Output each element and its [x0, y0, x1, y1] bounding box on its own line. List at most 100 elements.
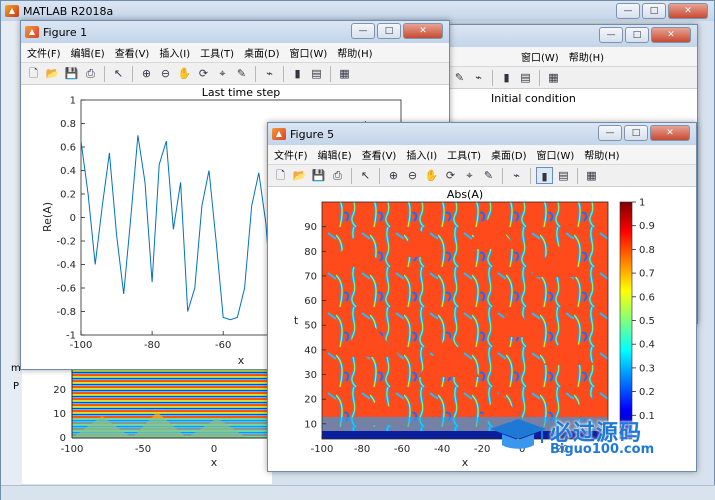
colorbar-tick-label: 0.7 [639, 269, 655, 280]
data-cursor-icon[interactable]: ⌖ [461, 167, 478, 184]
figure-icon: ▲ [272, 128, 286, 140]
menu-file[interactable]: 文件(F) [274, 147, 308, 162]
y-tick-label: 70 [304, 271, 317, 282]
hidden-figure-fragment: 20 10 0 -100 -50 0 x [22, 368, 272, 484]
maximize-button[interactable]: □ [624, 125, 648, 141]
y-tick-label: -0.8 [56, 307, 76, 318]
menu-tools[interactable]: 工具(T) [447, 147, 481, 162]
x-tick-label: -60 [394, 444, 410, 455]
menu-help[interactable]: 帮助(H) [584, 147, 619, 162]
figure1-titlebar: ▲ Figure 1 — □ ✕ [21, 21, 449, 43]
matlab-titlebar: ▲ MATLAB R2018a — □ ✕ [1, 1, 714, 21]
y-tick-label: 1 [70, 96, 76, 107]
print-icon[interactable]: ⎙ [329, 167, 346, 184]
colorbar-icon[interactable]: ▮ [289, 65, 306, 82]
rotate-icon[interactable]: ⟳ [442, 167, 459, 184]
close-button[interactable]: ✕ [650, 125, 690, 141]
minimize-button[interactable]: — [351, 23, 375, 39]
zoom-out-icon[interactable]: ⊖ [404, 167, 421, 184]
figure1-window-controls: — □ ✕ [351, 23, 443, 39]
x-tick-label: 0 [211, 444, 217, 455]
heatmap-image [322, 202, 608, 439]
pan-icon[interactable]: ✋ [176, 65, 193, 82]
matlab-window-controls: — □ ✕ [616, 3, 708, 19]
save-icon[interactable]: 💾 [310, 167, 327, 184]
menu-edit[interactable]: 编辑(E) [71, 45, 105, 60]
menu-insert[interactable]: 插入(I) [406, 147, 437, 162]
colorbar-tick-label: 0.5 [639, 316, 655, 327]
y-tick-label: 30 [304, 370, 317, 381]
open-folder-icon[interactable]: 📂 [44, 65, 61, 82]
menu-edit[interactable]: 编辑(E) [318, 147, 352, 162]
maximize-button[interactable]: □ [377, 23, 401, 39]
x-tick-label: -60 [215, 340, 231, 351]
zoom-in-icon[interactable]: ⊕ [138, 65, 155, 82]
menu-file[interactable]: 文件(F) [27, 45, 61, 60]
colorbar-tick-label: 0.2 [639, 387, 655, 398]
menu-help[interactable]: 帮助(H) [337, 45, 372, 60]
x-tick-label: -100 [61, 444, 84, 455]
x-tick-label: -80 [144, 340, 160, 351]
heatmap-base [72, 418, 272, 438]
x-axis-label: x [238, 354, 245, 367]
legend-icon[interactable]: ▤ [555, 167, 572, 184]
open-folder-icon[interactable]: 📂 [291, 167, 308, 184]
close-button[interactable]: ✕ [668, 3, 708, 19]
pointer-icon[interactable]: ↖ [357, 167, 374, 184]
heatmap-texture [322, 202, 608, 439]
brush-icon[interactable]: ✎ [451, 69, 468, 86]
figure-initial-window-controls: — □ ✕ [599, 27, 691, 43]
new-file-icon[interactable]: 🗋 [272, 167, 289, 184]
menu-view[interactable]: 查看(V) [115, 45, 150, 60]
save-icon[interactable]: 💾 [63, 65, 80, 82]
legend-icon[interactable]: ▤ [517, 69, 534, 86]
link-icon[interactable]: ⌁ [508, 167, 525, 184]
plot-tools-icon[interactable]: ▦ [336, 65, 353, 82]
print-icon[interactable]: ⎙ [82, 65, 99, 82]
brush-icon[interactable]: ✎ [480, 167, 497, 184]
brush-icon[interactable]: ✎ [233, 65, 250, 82]
menu-window[interactable]: 窗口(W) [537, 147, 575, 162]
menu-window[interactable]: 窗口(W) [290, 45, 328, 60]
plot-tools-icon[interactable]: ▦ [583, 167, 600, 184]
minimize-button[interactable]: — [599, 27, 623, 43]
zoom-out-icon[interactable]: ⊖ [157, 65, 174, 82]
plot-title: Abs(A) [447, 188, 483, 201]
maximize-button[interactable]: □ [642, 3, 666, 19]
maximize-button[interactable]: □ [625, 27, 649, 43]
x-tick-label: -50 [135, 444, 151, 455]
menu-view[interactable]: 查看(V) [362, 147, 397, 162]
link-icon[interactable]: ⌁ [261, 65, 278, 82]
link-icon[interactable]: ⌁ [470, 69, 487, 86]
minimize-button[interactable]: — [598, 125, 622, 141]
toolbar-separator [530, 167, 531, 184]
legend-icon[interactable]: ▤ [308, 65, 325, 82]
x-tick-label: -40 [434, 444, 450, 455]
menu-help[interactable]: 帮助(H) [569, 49, 604, 64]
colorbar-icon[interactable]: ▮ [536, 167, 553, 184]
y-tick-label: 0.4 [60, 166, 76, 177]
close-button[interactable]: ✕ [403, 23, 443, 39]
close-button[interactable]: ✕ [651, 27, 691, 43]
new-file-icon[interactable]: 🗋 [25, 65, 42, 82]
plot-tools-icon[interactable]: ▦ [545, 69, 562, 86]
y-tick-label: 80 [304, 247, 317, 258]
colorbar-icon[interactable]: ▮ [498, 69, 515, 86]
y-tick-label: 50 [304, 321, 317, 332]
zoom-in-icon[interactable]: ⊕ [385, 167, 402, 184]
data-cursor-icon[interactable]: ⌖ [214, 65, 231, 82]
colorbar-tick-label: 0.8 [639, 245, 655, 256]
menu-insert[interactable]: 插入(I) [159, 45, 190, 60]
menu-desktop[interactable]: 桌面(D) [491, 147, 527, 162]
rotate-icon[interactable]: ⟳ [195, 65, 212, 82]
menu-tools[interactable]: 工具(T) [200, 45, 234, 60]
pointer-icon[interactable]: ↖ [110, 65, 127, 82]
pan-icon[interactable]: ✋ [423, 167, 440, 184]
menu-window[interactable]: 窗口(W) [521, 49, 559, 64]
minimize-button[interactable]: — [616, 3, 640, 19]
figure5-titlebar: ▲ Figure 5 — □ ✕ [268, 123, 696, 145]
toolbar-separator [283, 65, 284, 82]
figure-icon: ▲ [25, 26, 39, 38]
menu-desktop[interactable]: 桌面(D) [244, 45, 280, 60]
colorbar [619, 201, 633, 440]
